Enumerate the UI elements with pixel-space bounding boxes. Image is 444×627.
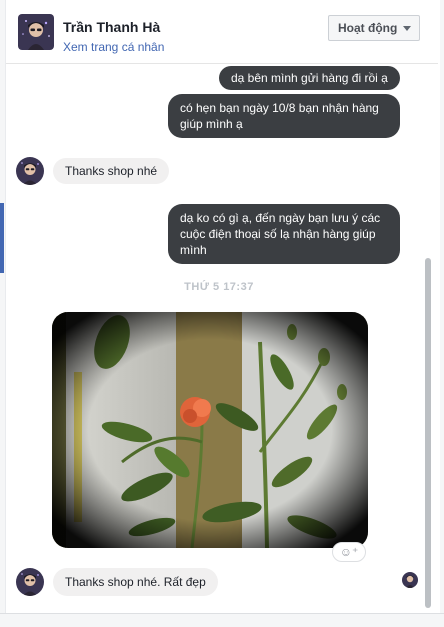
- contact-name[interactable]: Trần Thanh Hà: [63, 19, 160, 35]
- left-accent-bar: [0, 203, 4, 273]
- scrollbar[interactable]: [425, 258, 431, 608]
- message-bubble-outgoing: có hẹn bạn ngày 10/8 bạn nhận hàng giúp …: [168, 94, 400, 138]
- activity-dropdown-button[interactable]: Hoạt động: [328, 15, 420, 41]
- message-bubble-outgoing: dạ ko có gì ạ, đến ngày bạn lưu ý các cu…: [168, 204, 400, 264]
- avatar-icon[interactable]: [18, 14, 54, 50]
- seen-indicator-avatar: [402, 572, 418, 588]
- composer-bar: [0, 613, 444, 627]
- view-profile-link[interactable]: Xem trang cá nhân: [63, 40, 164, 54]
- message-bubble-incoming: Thanks shop nhé: [53, 158, 170, 184]
- chat-header: Trần Thanh Hà Xem trang cá nhân Hoạt độn…: [6, 0, 438, 64]
- sender-avatar[interactable]: [16, 157, 44, 185]
- sender-avatar[interactable]: [16, 568, 44, 596]
- message-bubble-outgoing: dạ bên mình gửi hàng đi rồi ạ: [219, 66, 400, 90]
- message-bubble-incoming: Thanks shop nhé. Rất đẹp: [53, 568, 218, 596]
- right-background: [440, 0, 444, 627]
- message-list[interactable]: dạ bên mình gửi hàng đi rồi ạ có hẹn bạn…: [6, 64, 438, 613]
- emoji-add-icon[interactable]: ☺⁺: [332, 542, 366, 562]
- chat-panel: Trần Thanh Hà Xem trang cá nhân Hoạt độn…: [6, 0, 438, 613]
- message-timestamp: THỨ 5 17:37: [184, 281, 254, 293]
- chevron-down-icon: [403, 26, 411, 31]
- activity-dropdown-label: Hoạt động: [338, 21, 398, 35]
- photo-icon[interactable]: [52, 312, 368, 548]
